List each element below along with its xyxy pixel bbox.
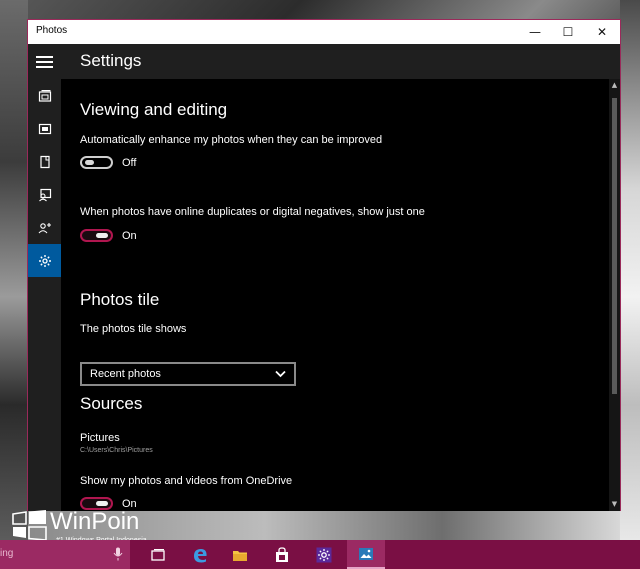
collection-icon <box>38 89 51 102</box>
window-title: Photos <box>36 25 68 36</box>
gear-icon <box>38 254 51 267</box>
people-icon <box>38 188 51 201</box>
tile-dropdown-value: Recent photos <box>90 368 161 380</box>
task-view-icon <box>151 548 165 561</box>
close-button[interactable]: ✕ <box>585 20 619 44</box>
pictures-label: Pictures <box>80 432 120 444</box>
app-header: Settings <box>28 44 620 79</box>
title-bar[interactable]: Photos — ☐ ✕ <box>28 20 620 44</box>
tile-label: The photos tile shows <box>80 323 187 335</box>
vertical-scrollbar[interactable]: ▲ ▼ <box>609 79 620 511</box>
microphone-icon[interactable] <box>113 547 123 561</box>
photos-app-window: Photos — ☐ ✕ Settings Viewing and editin… <box>27 19 621 511</box>
taskbar-search-box[interactable]: ing <box>0 540 130 569</box>
folders-icon <box>39 155 50 168</box>
toggle-switch-off[interactable] <box>80 156 113 169</box>
share-icon <box>38 222 51 233</box>
tile-dropdown[interactable]: Recent photos <box>80 362 296 386</box>
nav-item-collection[interactable] <box>28 79 61 112</box>
nav-item-albums[interactable] <box>28 112 61 145</box>
nav-item-share[interactable] <box>28 211 61 244</box>
minimize-button[interactable]: — <box>518 20 552 44</box>
duplicates-state: On <box>122 229 137 242</box>
navigation-rail <box>28 79 61 511</box>
maximize-button[interactable]: ☐ <box>551 20 585 44</box>
taskbar-file-explorer[interactable] <box>221 540 259 569</box>
taskbar-edge[interactable] <box>181 540 219 569</box>
taskbar-settings[interactable] <box>305 540 343 569</box>
albums-icon <box>38 123 51 134</box>
hamburger-menu-icon[interactable] <box>28 44 61 79</box>
scroll-up-arrow-icon[interactable]: ▲ <box>610 80 619 90</box>
scroll-thumb[interactable] <box>612 98 617 394</box>
duplicates-label: When photos have online duplicates or di… <box>80 206 425 218</box>
photos-icon <box>359 547 373 560</box>
watermark-name: WinPoin <box>50 508 140 535</box>
taskbar-task-view[interactable] <box>139 540 177 569</box>
edge-icon <box>194 548 207 562</box>
toggle-switch-on[interactable] <box>80 229 113 242</box>
nav-item-people[interactable] <box>28 178 61 211</box>
onedrive-label: Show my photos and videos from OneDrive <box>80 475 293 487</box>
winpoin-logo-icon <box>12 510 47 540</box>
pictures-path: C:\Users\Chris\Pictures <box>80 447 153 454</box>
taskbar-store[interactable] <box>263 540 301 569</box>
nav-item-folders[interactable] <box>28 145 61 178</box>
chevron-down-icon <box>275 370 286 378</box>
file-explorer-icon <box>233 550 247 561</box>
taskbar: ing <box>0 540 640 569</box>
duplicates-toggle[interactable]: On <box>80 229 137 242</box>
auto-enhance-label: Automatically enhance my photos when the… <box>80 134 383 146</box>
section-viewing-editing-title: Viewing and editing <box>80 100 228 119</box>
desktop-background-left <box>0 0 28 540</box>
search-text: ing <box>0 548 14 559</box>
settings-content: Viewing and editing Automatically enhanc… <box>61 79 609 511</box>
section-sources-title: Sources <box>80 394 143 413</box>
settings-icon <box>316 547 332 562</box>
taskbar-photos[interactable] <box>347 540 385 569</box>
auto-enhance-toggle[interactable]: Off <box>80 156 136 169</box>
store-icon <box>276 546 288 562</box>
page-title: Settings <box>80 51 142 70</box>
desktop-background-right <box>620 0 640 540</box>
scroll-down-arrow-icon[interactable]: ▼ <box>610 499 619 509</box>
section-photos-tile-title: Photos tile <box>80 290 160 309</box>
nav-item-settings[interactable] <box>28 244 61 277</box>
auto-enhance-state: Off <box>122 156 137 169</box>
